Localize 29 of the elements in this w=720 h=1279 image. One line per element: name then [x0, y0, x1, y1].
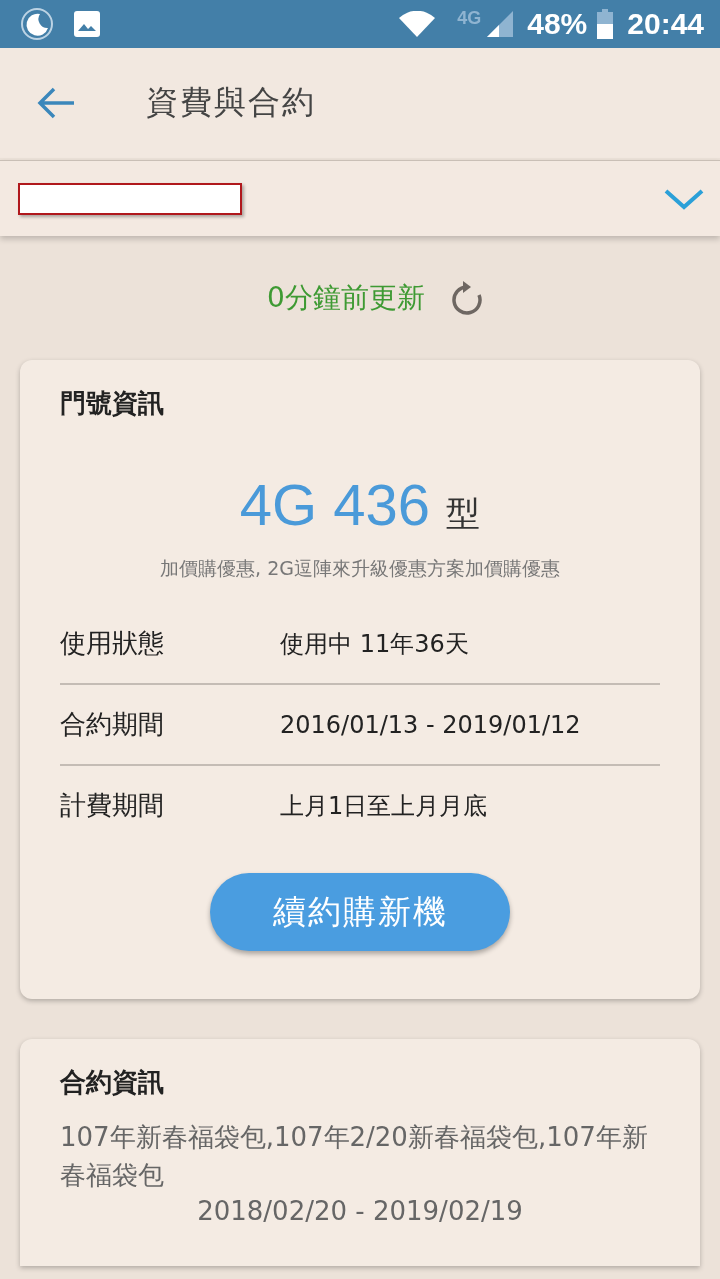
info-value: 上月1日至上月月底 [280, 790, 488, 822]
renew-contract-button[interactable]: 續約購新機 [210, 873, 510, 951]
plan-note: 加價購優惠, 2G逗陣來升級優惠方案加價購優惠 [159, 556, 561, 581]
network-type: 4G [457, 8, 482, 29]
signal-icon [487, 11, 514, 37]
phone-number-dropdown[interactable] [0, 160, 720, 236]
plan-suffix: 型 [446, 492, 481, 535]
contract-description: 107年新春福袋包,107年2/20新春福袋包,107年新春福袋包 [60, 1121, 649, 1192]
card-title: 合約資訊 [60, 1066, 165, 1099]
back-button[interactable] [36, 86, 76, 120]
info-label: 合約期間 [60, 708, 165, 741]
plan-name: 4G 436 [239, 471, 431, 538]
page-title: 資費與合約 [146, 82, 316, 123]
info-value: 2016/01/13 - 2019/01/12 [280, 710, 581, 739]
contract-period: 2018/02/20 - 2019/02/19 [196, 1196, 524, 1226]
card-title: 門號資訊 [60, 387, 165, 420]
back-arrow-icon [36, 86, 76, 120]
wifi-icon [399, 11, 436, 37]
info-label: 使用狀態 [60, 627, 165, 660]
info-label: 計費期間 [60, 789, 165, 822]
last-updated-text: 0分鐘前更新 [267, 280, 425, 316]
refresh-icon [450, 281, 483, 315]
night-mode-icon [20, 7, 54, 41]
refresh-button[interactable] [450, 281, 483, 315]
image-icon [74, 11, 100, 37]
battery-icon [597, 9, 614, 39]
clock: 20:44 [627, 7, 704, 41]
info-value: 使用中 11年36天 [280, 628, 469, 660]
battery-percent: 48% [527, 7, 588, 41]
